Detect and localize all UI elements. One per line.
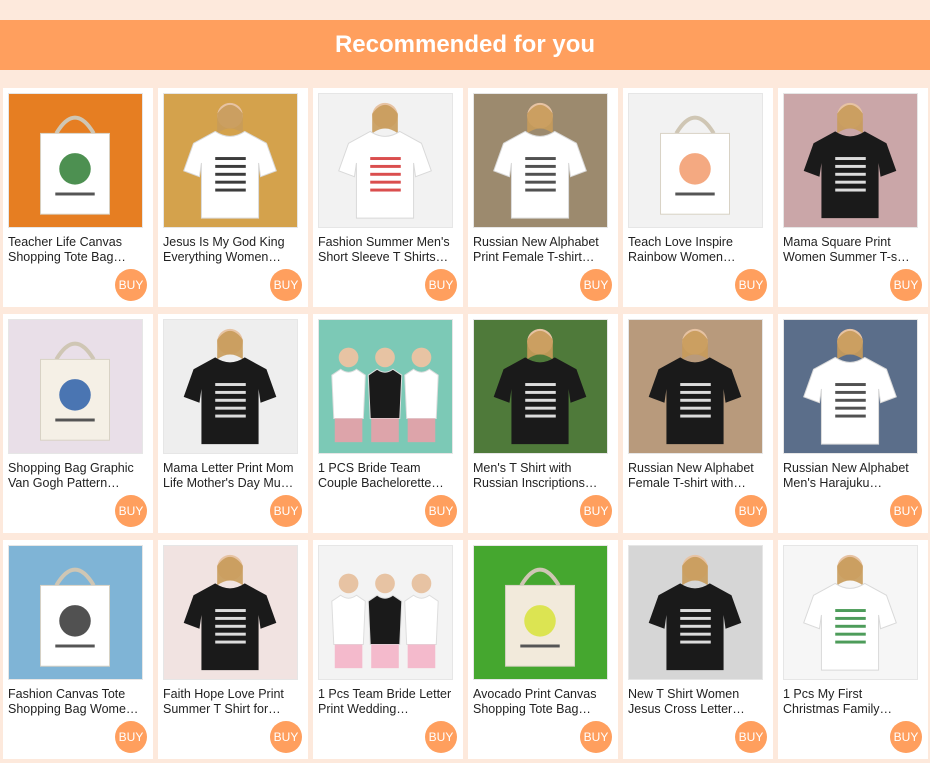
product-card[interactable]: New T Shirt Women Jesus Cross Letter… BUY — [623, 540, 773, 759]
product-title[interactable]: Avocado Print Canvas Shopping Tote Bag… — [473, 687, 611, 717]
product-card[interactable]: Fashion Summer Men's Short Sleeve T Shir… — [313, 88, 463, 307]
product-title[interactable]: New T Shirt Women Jesus Cross Letter… — [628, 687, 766, 717]
buy-button[interactable]: BUY — [425, 269, 457, 301]
product-photo — [164, 94, 297, 227]
recommended-header: Recommended for you — [0, 20, 930, 70]
product-title[interactable]: Men's T Shirt with Russian Inscriptions… — [473, 461, 611, 491]
product-card[interactable]: Faith Hope Love Print Summer T Shirt for… — [158, 540, 308, 759]
product-image[interactable] — [8, 545, 143, 680]
product-title[interactable]: Teacher Life Canvas Shopping Tote Bag… — [8, 235, 146, 265]
product-image[interactable] — [163, 319, 298, 454]
product-image[interactable] — [783, 319, 918, 454]
buy-button[interactable]: BUY — [890, 495, 922, 527]
product-image[interactable] — [318, 545, 453, 680]
buy-button[interactable]: BUY — [580, 721, 612, 753]
product-image[interactable] — [163, 93, 298, 228]
product-photo — [319, 320, 452, 453]
product-photo — [629, 320, 762, 453]
product-image[interactable] — [628, 545, 763, 680]
product-image[interactable] — [473, 93, 608, 228]
product-photo — [474, 546, 607, 679]
product-title[interactable]: Faith Hope Love Print Summer T Shirt for… — [163, 687, 301, 717]
buy-button[interactable]: BUY — [115, 495, 147, 527]
buy-button[interactable]: BUY — [270, 495, 302, 527]
product-image[interactable] — [163, 545, 298, 680]
product-image[interactable] — [473, 319, 608, 454]
product-card[interactable]: Shopping Bag Graphic Van Gogh Pattern… BU… — [3, 314, 153, 533]
product-card[interactable]: Mama Square Print Women Summer T-s… BUY — [778, 88, 928, 307]
product-photo — [629, 546, 762, 679]
product-card[interactable]: Teacher Life Canvas Shopping Tote Bag… BU… — [3, 88, 153, 307]
product-photo — [784, 546, 917, 679]
buy-button[interactable]: BUY — [425, 721, 457, 753]
product-title[interactable]: Fashion Canvas Tote Shopping Bag Wome… — [8, 687, 146, 717]
product-title[interactable]: Shopping Bag Graphic Van Gogh Pattern… — [8, 461, 146, 491]
product-photo — [164, 320, 297, 453]
product-photo — [319, 94, 452, 227]
buy-button[interactable]: BUY — [425, 495, 457, 527]
product-photo — [474, 94, 607, 227]
product-card[interactable]: Jesus Is My God King Everything Women… BU… — [158, 88, 308, 307]
product-title[interactable]: 1 PCS Bride Team Couple Bachelorette… — [318, 461, 456, 491]
product-image[interactable] — [8, 93, 143, 228]
product-photo — [9, 320, 142, 453]
product-card[interactable]: Fashion Canvas Tote Shopping Bag Wome… BU… — [3, 540, 153, 759]
buy-button[interactable]: BUY — [735, 495, 767, 527]
buy-button[interactable]: BUY — [115, 269, 147, 301]
product-title[interactable]: 1 Pcs Team Bride Letter Print Wedding… — [318, 687, 456, 717]
buy-button[interactable]: BUY — [270, 269, 302, 301]
product-photo — [9, 94, 142, 227]
buy-button[interactable]: BUY — [735, 721, 767, 753]
product-image[interactable] — [8, 319, 143, 454]
product-photo — [164, 546, 297, 679]
buy-button[interactable]: BUY — [890, 269, 922, 301]
product-image[interactable] — [318, 319, 453, 454]
product-card[interactable]: 1 Pcs Team Bride Letter Print Wedding… BU… — [313, 540, 463, 759]
product-photo — [9, 546, 142, 679]
product-photo — [629, 94, 762, 227]
product-title[interactable]: Teach Love Inspire Rainbow Women… — [628, 235, 766, 265]
product-card[interactable]: Teach Love Inspire Rainbow Women… BUY — [623, 88, 773, 307]
product-title[interactable]: Fashion Summer Men's Short Sleeve T Shir… — [318, 235, 456, 265]
product-card[interactable]: Russian New Alphabet Print Female T-shir… — [468, 88, 618, 307]
product-title[interactable]: Russian New Alphabet Female T-shirt with… — [628, 461, 766, 491]
section-title: Recommended for you — [334, 31, 596, 58]
product-photo — [784, 94, 917, 227]
product-title[interactable]: Mama Square Print Women Summer T-s… — [783, 235, 921, 265]
buy-button[interactable]: BUY — [115, 721, 147, 753]
product-photo — [319, 546, 452, 679]
product-image[interactable] — [783, 545, 918, 680]
buy-button[interactable]: BUY — [270, 721, 302, 753]
product-card[interactable]: Avocado Print Canvas Shopping Tote Bag… B… — [468, 540, 618, 759]
product-title[interactable]: Russian New Alphabet Men's Harajuku… — [783, 461, 921, 491]
buy-button[interactable]: BUY — [735, 269, 767, 301]
product-image[interactable] — [473, 545, 608, 680]
product-grid: Teacher Life Canvas Shopping Tote Bag… BU… — [3, 88, 928, 759]
product-card[interactable]: Russian New Alphabet Men's Harajuku… BUY — [778, 314, 928, 533]
product-photo — [784, 320, 917, 453]
product-card[interactable]: Men's T Shirt with Russian Inscriptions…… — [468, 314, 618, 533]
product-card[interactable]: 1 Pcs My First Christmas Family… BUY — [778, 540, 928, 759]
product-image[interactable] — [628, 93, 763, 228]
product-image[interactable] — [628, 319, 763, 454]
product-card[interactable]: Russian New Alphabet Female T-shirt with… — [623, 314, 773, 533]
product-title[interactable]: 1 Pcs My First Christmas Family… — [783, 687, 921, 717]
buy-button[interactable]: BUY — [890, 721, 922, 753]
product-image[interactable] — [783, 93, 918, 228]
buy-button[interactable]: BUY — [580, 269, 612, 301]
product-card[interactable]: 1 PCS Bride Team Couple Bachelorette… BUY — [313, 314, 463, 533]
product-title[interactable]: Jesus Is My God King Everything Women… — [163, 235, 301, 265]
product-card[interactable]: Mama Letter Print Mom Life Mother's Day … — [158, 314, 308, 533]
product-photo — [474, 320, 607, 453]
product-title[interactable]: Russian New Alphabet Print Female T-shir… — [473, 235, 611, 265]
product-title[interactable]: Mama Letter Print Mom Life Mother's Day … — [163, 461, 301, 491]
product-image[interactable] — [318, 93, 453, 228]
buy-button[interactable]: BUY — [580, 495, 612, 527]
